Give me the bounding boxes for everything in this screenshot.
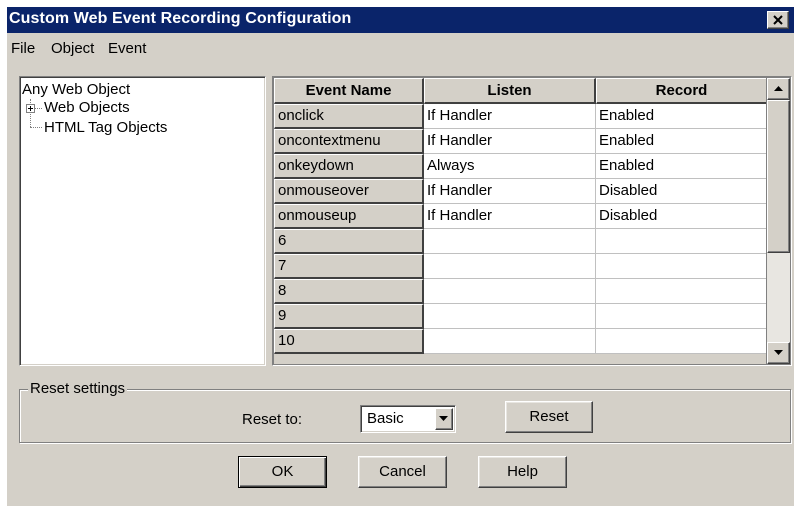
table-row[interactable]: oncontextmenu If Handler Enabled bbox=[274, 129, 766, 154]
table-row[interactable]: onkeydown Always Enabled bbox=[274, 154, 766, 179]
column-header-listen[interactable]: Listen bbox=[424, 78, 596, 104]
tree-connector bbox=[30, 127, 42, 128]
listen-cell[interactable]: If Handler bbox=[424, 179, 596, 204]
reset-button[interactable]: Reset bbox=[505, 401, 593, 433]
combo-value: Basic bbox=[367, 410, 404, 427]
plus-expander-icon[interactable] bbox=[26, 104, 35, 113]
listen-cell[interactable]: Always bbox=[424, 154, 596, 179]
close-icon bbox=[773, 15, 783, 25]
event-name-cell[interactable]: 8 bbox=[274, 279, 424, 304]
arrow-down-icon bbox=[774, 350, 783, 355]
menu-event[interactable]: Event bbox=[108, 40, 146, 57]
record-cell[interactable]: Enabled bbox=[596, 104, 766, 129]
dialog-window: Custom Web Event Recording Configuration… bbox=[7, 7, 794, 506]
event-name-cell[interactable]: 9 bbox=[274, 304, 424, 329]
table-row[interactable]: onclick If Handler Enabled bbox=[274, 104, 766, 129]
arrow-up-icon bbox=[774, 86, 783, 91]
table-row[interactable]: 7 bbox=[274, 254, 766, 279]
event-grid[interactable]: Event Name Listen Record onclick If Handl… bbox=[272, 76, 792, 366]
listen-cell[interactable] bbox=[424, 279, 596, 304]
table-row[interactable]: 9 bbox=[274, 304, 766, 329]
window-title: Custom Web Event Recording Configuration bbox=[9, 10, 352, 27]
listen-cell[interactable] bbox=[424, 304, 596, 329]
tree-item-web-objects[interactable]: Web Objects bbox=[44, 99, 130, 116]
listen-cell[interactable] bbox=[424, 229, 596, 254]
vertical-scrollbar[interactable] bbox=[767, 78, 790, 364]
table-row[interactable]: onmouseup If Handler Disabled bbox=[274, 204, 766, 229]
record-cell[interactable]: Disabled bbox=[596, 204, 766, 229]
listen-cell[interactable] bbox=[424, 254, 596, 279]
listen-cell[interactable]: If Handler bbox=[424, 104, 596, 129]
scroll-up-button[interactable] bbox=[767, 78, 790, 100]
record-cell[interactable] bbox=[596, 329, 766, 354]
listen-cell[interactable]: If Handler bbox=[424, 204, 596, 229]
title-bar[interactable]: Custom Web Event Recording Configuration bbox=[7, 7, 794, 33]
event-name-cell[interactable]: 6 bbox=[274, 229, 424, 254]
record-cell[interactable] bbox=[596, 254, 766, 279]
tree-item-any-web-object[interactable]: Any Web Object bbox=[22, 81, 130, 98]
object-tree[interactable]: Any Web Object Web Objects HTML Tag Obje… bbox=[19, 76, 266, 366]
reset-level-combo[interactable]: Basic bbox=[360, 405, 456, 433]
column-header-record[interactable]: Record bbox=[596, 78, 766, 104]
cancel-button[interactable]: Cancel bbox=[358, 456, 447, 488]
event-name-cell[interactable]: onmouseover bbox=[274, 179, 424, 204]
tree-item-html-tag-objects[interactable]: HTML Tag Objects bbox=[44, 119, 167, 136]
tree-connector bbox=[34, 108, 42, 109]
record-cell[interactable]: Disabled bbox=[596, 179, 766, 204]
close-button[interactable] bbox=[767, 11, 789, 29]
scroll-thumb[interactable] bbox=[767, 100, 790, 253]
grid-body: Event Name Listen Record onclick If Handl… bbox=[274, 78, 766, 364]
combo-dropdown-button[interactable] bbox=[435, 408, 453, 430]
table-row[interactable]: 6 bbox=[274, 229, 766, 254]
listen-cell[interactable] bbox=[424, 329, 596, 354]
menu-file[interactable]: File bbox=[11, 40, 35, 57]
event-name-cell[interactable]: 7 bbox=[274, 254, 424, 279]
column-header-event-name[interactable]: Event Name bbox=[274, 78, 424, 104]
record-cell[interactable] bbox=[596, 304, 766, 329]
event-name-cell[interactable]: onkeydown bbox=[274, 154, 424, 179]
event-name-cell[interactable]: onclick bbox=[274, 104, 424, 129]
event-name-cell[interactable]: onmouseup bbox=[274, 204, 424, 229]
event-name-cell[interactable]: 10 bbox=[274, 329, 424, 354]
event-name-cell[interactable]: oncontextmenu bbox=[274, 129, 424, 154]
ok-button[interactable]: OK bbox=[238, 456, 327, 488]
record-cell[interactable]: Enabled bbox=[596, 154, 766, 179]
reset-to-label: Reset to: bbox=[242, 411, 303, 428]
record-cell[interactable] bbox=[596, 229, 766, 254]
help-button[interactable]: Help bbox=[478, 456, 567, 488]
scroll-down-button[interactable] bbox=[767, 342, 790, 364]
menu-bar: File Object Event bbox=[7, 36, 794, 60]
table-row[interactable]: onmouseover If Handler Disabled bbox=[274, 179, 766, 204]
reset-settings-group: Reset settings Reset to: Basic Reset bbox=[19, 380, 791, 443]
menu-object[interactable]: Object bbox=[51, 40, 94, 57]
table-row[interactable]: 8 bbox=[274, 279, 766, 304]
record-cell[interactable] bbox=[596, 279, 766, 304]
chevron-down-icon bbox=[439, 416, 448, 421]
record-cell[interactable]: Enabled bbox=[596, 129, 766, 154]
table-row[interactable]: 10 bbox=[274, 329, 766, 354]
group-label: Reset settings bbox=[28, 380, 128, 397]
listen-cell[interactable]: If Handler bbox=[424, 129, 596, 154]
